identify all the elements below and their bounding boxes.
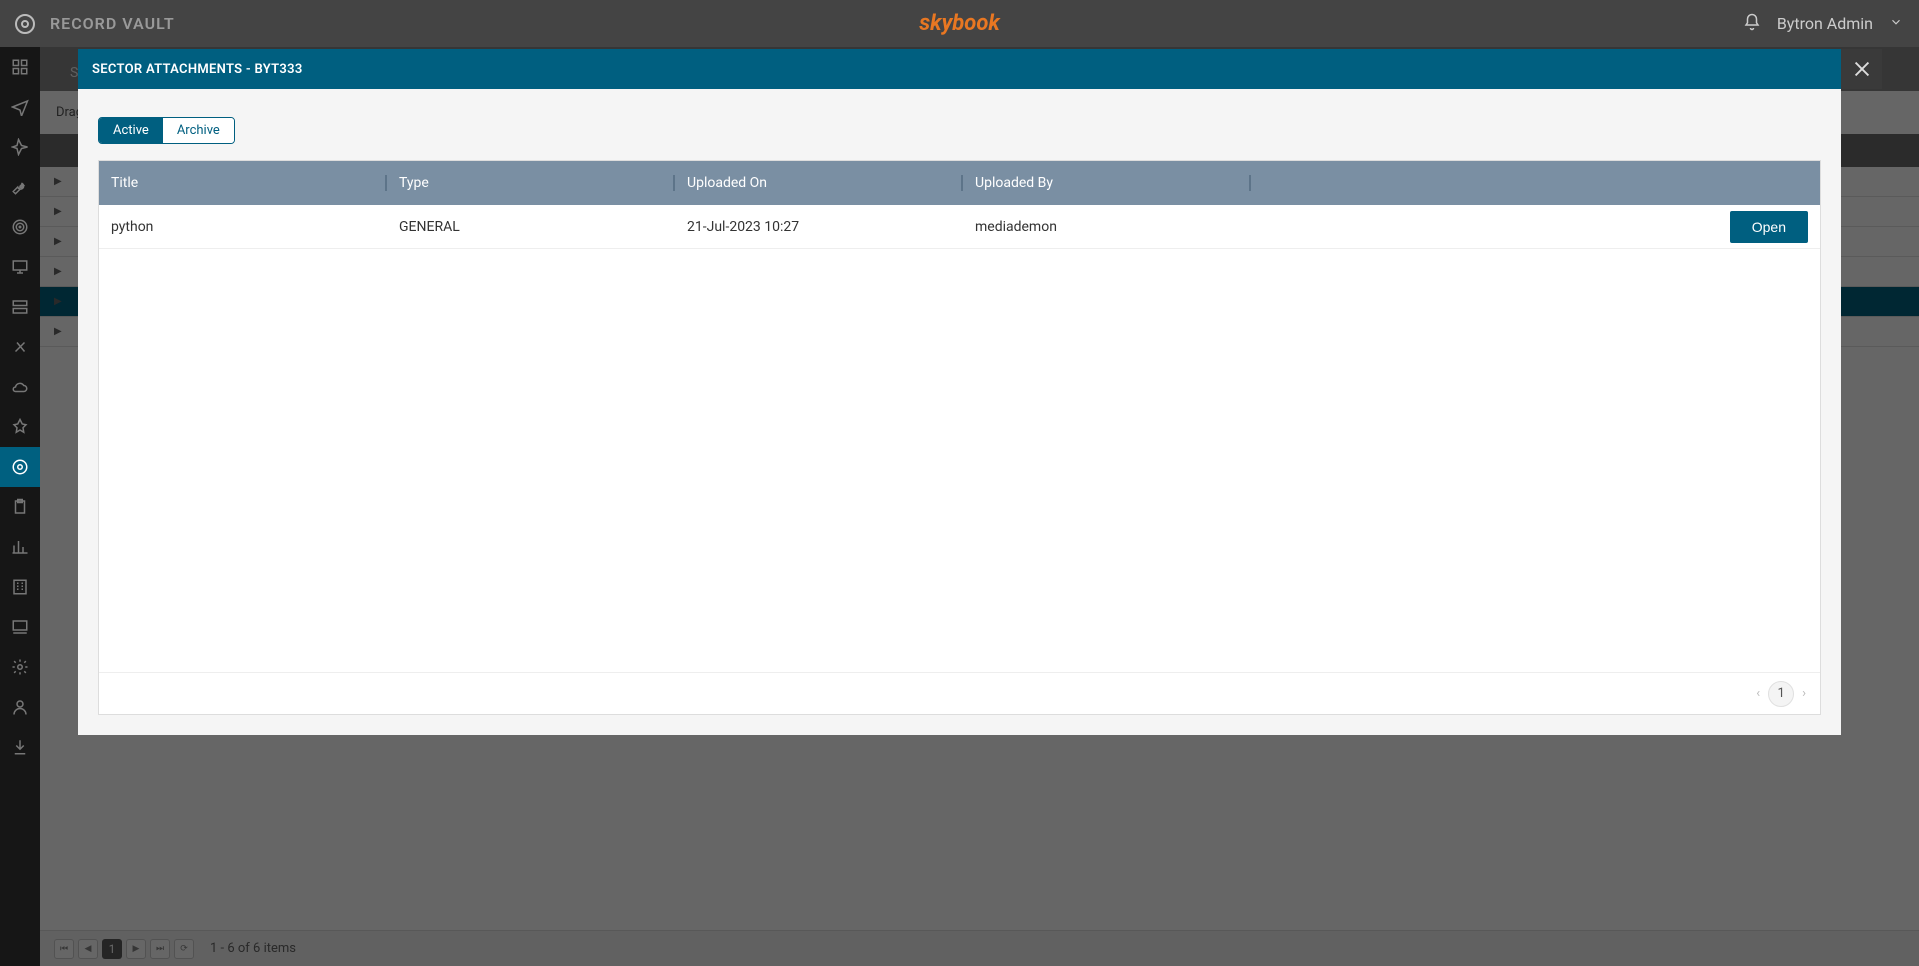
nav-record-vault-icon[interactable] — [0, 447, 40, 487]
open-button[interactable]: Open — [1730, 211, 1808, 243]
table-header: Title Type Uploaded On Uploaded By — [99, 161, 1820, 205]
nav-clipboard-icon[interactable] — [0, 487, 40, 527]
modal-title: SECTOR ATTACHMENTS - BYT333 — [92, 62, 303, 77]
active-archive-toggle: Active Archive — [98, 117, 235, 144]
nav-wrench-icon[interactable] — [0, 167, 40, 207]
app-header: RECORD VAULT skybook Bytron Admin — [0, 0, 1919, 47]
modal-header: SECTOR ATTACHMENTS - BYT333 — [78, 49, 1841, 89]
nav-desktop-icon[interactable] — [0, 607, 40, 647]
modal-body: Active Archive Title Type Uploaded On Up… — [78, 89, 1841, 735]
nav-tool-icon[interactable] — [0, 327, 40, 367]
col-actions — [1251, 161, 1820, 205]
modal-close-button[interactable] — [1841, 49, 1882, 89]
nav-user-icon[interactable] — [0, 687, 40, 727]
table-pager-next-icon[interactable]: › — [1802, 686, 1806, 701]
cell-uploaded-on: 21-Jul-2023 10:27 — [675, 219, 963, 235]
table-pager-prev-icon[interactable]: ‹ — [1756, 686, 1760, 701]
cell-type: GENERAL — [387, 219, 675, 235]
logo: skybook — [919, 11, 1000, 36]
nav-plane2-icon[interactable] — [0, 127, 40, 167]
toggle-active[interactable]: Active — [99, 118, 163, 143]
notifications-icon[interactable] — [1743, 13, 1761, 35]
col-uploaded-on[interactable]: Uploaded On — [675, 161, 963, 205]
nav-pin-icon[interactable] — [0, 407, 40, 447]
col-uploaded-by[interactable]: Uploaded By — [963, 161, 1251, 205]
col-type[interactable]: Type — [387, 161, 675, 205]
header-left: RECORD VAULT — [0, 9, 175, 39]
nav-target-icon[interactable] — [0, 207, 40, 247]
nav-grid-icon[interactable] — [0, 47, 40, 87]
toggle-archive[interactable]: Archive — [163, 118, 234, 143]
cell-action: Open — [1251, 211, 1820, 243]
record-vault-icon[interactable] — [10, 9, 40, 39]
nav-gear-icon[interactable] — [0, 647, 40, 687]
nav-building-icon[interactable] — [0, 567, 40, 607]
page-title: RECORD VAULT — [50, 14, 175, 33]
user-menu-chevron-icon[interactable] — [1889, 14, 1903, 33]
sector-attachments-modal: SECTOR ATTACHMENTS - BYT333 Active Archi… — [78, 49, 1841, 735]
nav-plane-icon[interactable] — [0, 87, 40, 127]
nav-cloud-icon[interactable] — [0, 367, 40, 407]
attachments-table: Title Type Uploaded On Uploaded By pytho… — [98, 160, 1821, 715]
col-title[interactable]: Title — [99, 161, 387, 205]
table-row: python GENERAL 21-Jul-2023 10:27 mediade… — [99, 205, 1820, 249]
user-name: Bytron Admin — [1777, 14, 1873, 33]
nav-download-icon[interactable] — [0, 727, 40, 767]
table-body: python GENERAL 21-Jul-2023 10:27 mediade… — [99, 205, 1820, 672]
table-pager: ‹ 1 › — [99, 672, 1820, 714]
cell-uploaded-by: mediademon — [963, 219, 1251, 235]
nav-chart-icon[interactable] — [0, 527, 40, 567]
nav-server-icon[interactable] — [0, 287, 40, 327]
left-sidebar — [0, 47, 40, 966]
table-pager-page[interactable]: 1 — [1768, 681, 1794, 707]
cell-title: python — [99, 219, 387, 235]
header-right: Bytron Admin — [1743, 13, 1919, 35]
nav-monitor-icon[interactable] — [0, 247, 40, 287]
close-icon — [1851, 58, 1873, 80]
